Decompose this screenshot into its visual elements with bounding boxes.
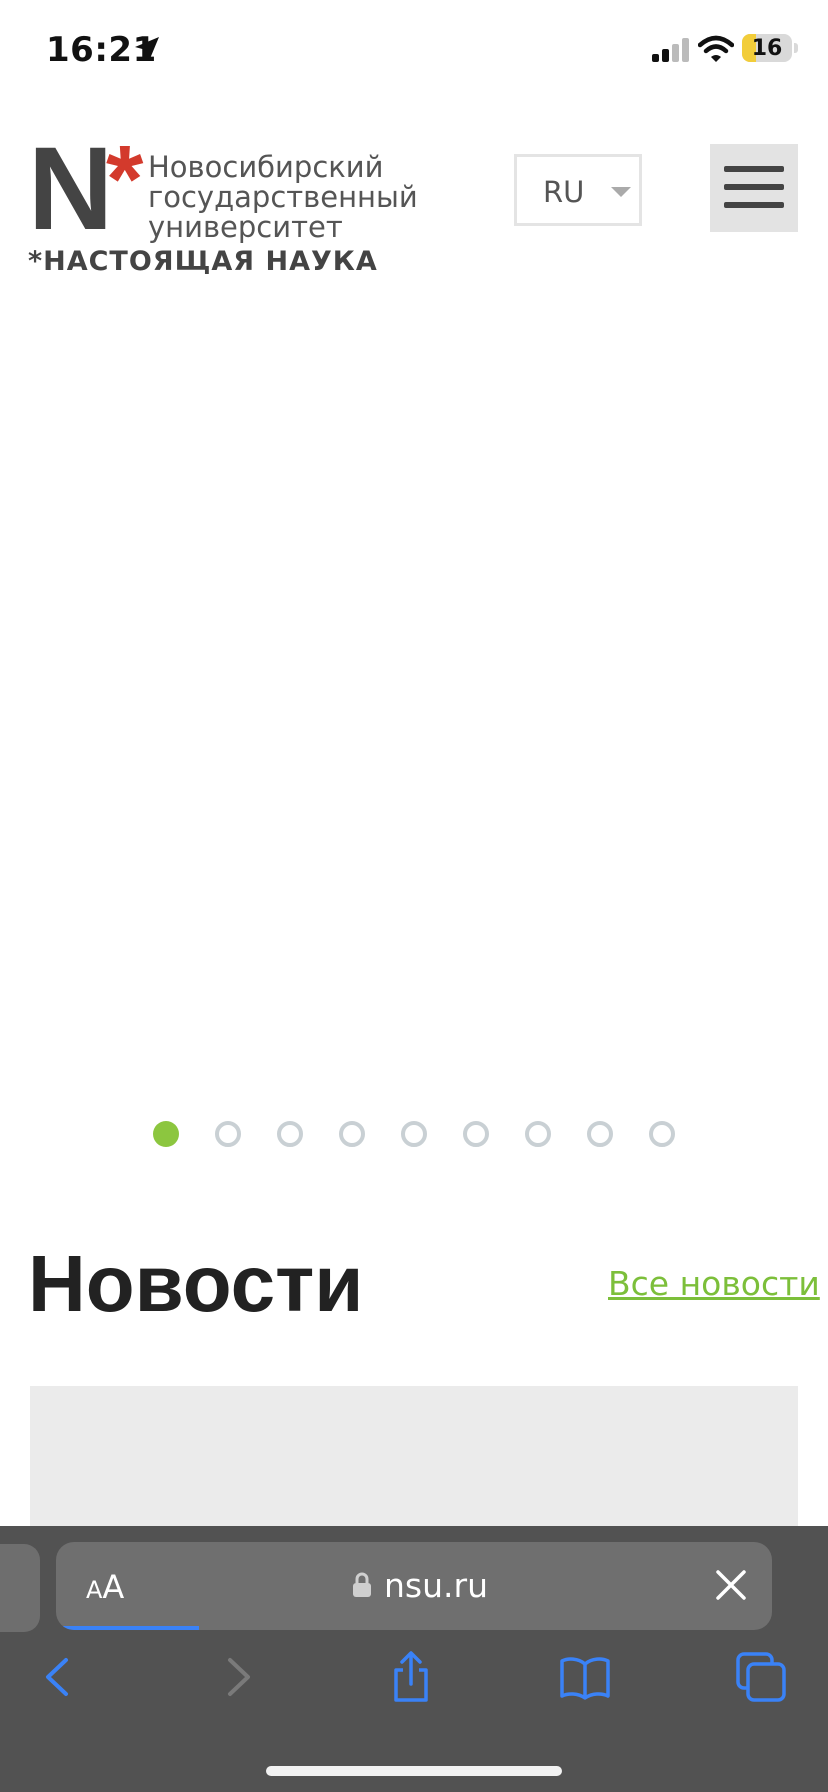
slider-dot[interactable] (339, 1121, 365, 1147)
tabs-icon[interactable] (734, 1650, 788, 1704)
lock-icon (353, 1572, 371, 1597)
logo-slogan: *НАСТОЯЩАЯ НАУКА (28, 246, 378, 277)
slider-dot[interactable] (649, 1121, 675, 1147)
text-size-button[interactable]: AA (86, 1568, 124, 1606)
status-bar: 16:21 16 (0, 0, 828, 100)
close-icon[interactable] (714, 1568, 748, 1602)
battery-cap (794, 43, 798, 53)
text-size-small: A (86, 1576, 103, 1604)
hamburger-menu-icon (724, 166, 784, 172)
slider-dot[interactable] (525, 1121, 551, 1147)
share-icon[interactable] (384, 1650, 438, 1704)
logo-university-name: Новосибирский государственный университе… (148, 152, 418, 242)
wifi-icon (698, 35, 734, 62)
slider-dot[interactable] (463, 1121, 489, 1147)
caret-down-icon (611, 187, 631, 197)
logo-line: государственный (148, 180, 418, 214)
back-icon[interactable] (32, 1650, 86, 1704)
battery-level: 16 (751, 36, 783, 61)
language-value: RU (543, 175, 585, 209)
slider-dot[interactable] (215, 1121, 241, 1147)
page-load-progress (56, 1626, 200, 1630)
slider-dot[interactable] (277, 1121, 303, 1147)
menu-button[interactable] (710, 144, 798, 232)
browser-toolbar (0, 1650, 828, 1710)
bookmarks-icon[interactable] (558, 1650, 612, 1704)
forward-icon[interactable] (210, 1650, 264, 1704)
slider-dot[interactable] (587, 1121, 613, 1147)
hamburger-menu-icon (724, 202, 784, 208)
location-arrow-icon (135, 37, 159, 61)
logo-letter: N (28, 123, 113, 255)
address-bar[interactable]: AA nsu.ru (56, 1542, 772, 1630)
logo-asterisk: * (106, 126, 144, 233)
text-size-big: A (102, 1568, 125, 1606)
previous-tab-peek[interactable] (0, 1544, 40, 1632)
slider-pagination (0, 1110, 828, 1160)
slider-dot[interactable] (153, 1121, 179, 1147)
slider-dot[interactable] (401, 1121, 427, 1147)
home-indicator[interactable] (266, 1766, 562, 1776)
hamburger-menu-icon (724, 184, 784, 190)
url-text: nsu.ru (384, 1566, 488, 1605)
language-select[interactable]: RU (514, 154, 642, 226)
logo-line: Новосибирский (148, 150, 384, 184)
news-section-title: Новости (28, 1239, 364, 1328)
cellular-signal-icon (652, 38, 689, 62)
nsu-logo[interactable]: N * Новосибирский государственный универ… (28, 130, 458, 286)
all-news-link[interactable]: Все новости (608, 1264, 820, 1303)
news-card-image[interactable] (30, 1386, 798, 1526)
logo-line: университет (148, 210, 343, 244)
battery-icon: 16 (742, 34, 792, 62)
